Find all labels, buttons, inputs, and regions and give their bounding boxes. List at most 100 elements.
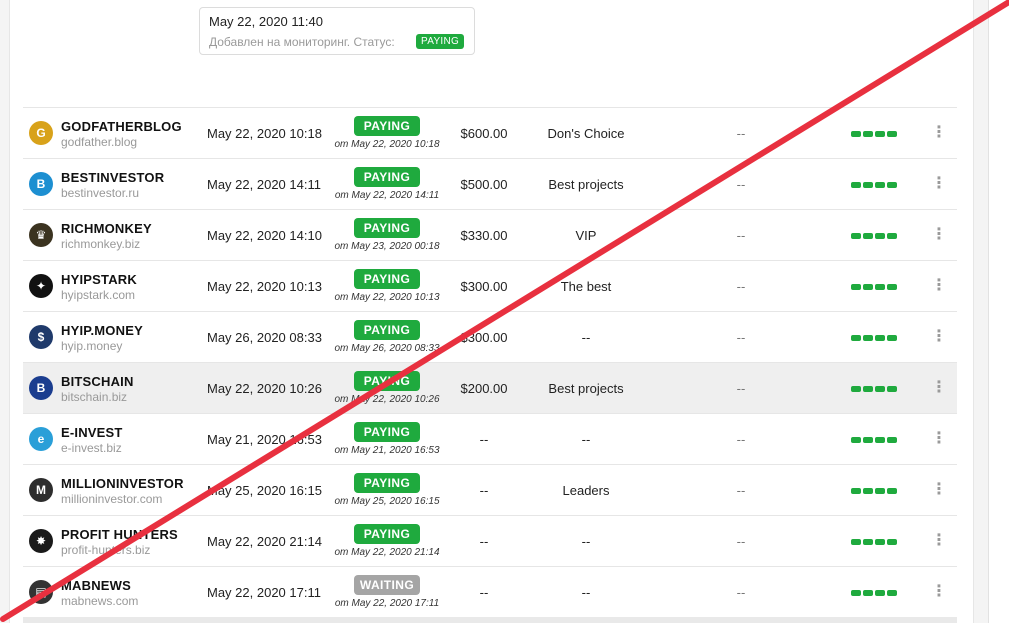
status-since: от May 22, 2020 17:11 [334, 598, 440, 609]
rcb-value: -- [736, 483, 746, 498]
rcb-value: -- [736, 279, 746, 294]
project-domain: hyipstark.com [61, 288, 136, 302]
more-vertical-icon[interactable]: ⋮ [931, 379, 947, 397]
project-logo-icon[interactable]: ✦ [29, 274, 53, 298]
project-name-link[interactable]: BESTINVESTOR [61, 170, 164, 185]
rcb-value: -- [736, 432, 746, 447]
rating-bars [851, 488, 897, 494]
deposit-amount: -- [479, 534, 489, 549]
added-date: May 22, 2020 10:18 [207, 126, 322, 141]
more-vertical-icon[interactable]: ⋮ [931, 277, 947, 295]
rcb-value: -- [736, 177, 746, 192]
project-logo-icon[interactable]: ✸ [29, 529, 53, 553]
status-badge[interactable]: PAYING [354, 371, 420, 391]
status-badge[interactable]: PAYING [354, 116, 420, 136]
table-row[interactable]: B BESTINVESTOR bestinvestor.ru May 22, 2… [23, 158, 957, 209]
plan-name: The best [560, 279, 612, 294]
plan-name: -- [581, 330, 591, 345]
table-row[interactable]: B BITSCHAIN bitschain.biz May 22, 2020 1… [23, 362, 957, 413]
status-badge[interactable]: PAYING [354, 524, 420, 544]
deposit-amount: $200.00 [460, 381, 508, 396]
status-since: от May 25, 2020 16:15 [334, 496, 440, 507]
project-name-link[interactable]: RICHMONKEY [61, 221, 152, 236]
rating-bars [851, 386, 897, 392]
project-logo-icon[interactable]: M [29, 478, 53, 502]
status-badge[interactable]: WAITING [354, 575, 420, 595]
more-vertical-icon[interactable]: ⋮ [931, 124, 947, 142]
project-domain: bestinvestor.ru [61, 186, 140, 200]
rating-bars [851, 437, 897, 443]
rcb-value: -- [736, 228, 746, 243]
project-name-link[interactable]: MABNEWS [61, 578, 131, 593]
more-vertical-icon[interactable]: ⋮ [931, 430, 947, 448]
added-date: May 22, 2020 10:26 [207, 381, 322, 396]
plan-name: Best projects [548, 177, 624, 192]
status-badge[interactable]: PAYING [354, 473, 420, 493]
status-since: от May 21, 2020 16:53 [334, 445, 440, 456]
status-since: от May 22, 2020 14:11 [334, 190, 440, 201]
project-logo-icon[interactable]: B [29, 376, 53, 400]
rating-bars [851, 284, 897, 290]
rating-bars [851, 233, 897, 239]
project-domain: godfather.blog [61, 135, 138, 149]
more-vertical-icon[interactable]: ⋮ [931, 481, 947, 499]
status-badge[interactable]: PAYING [354, 422, 420, 442]
table-row[interactable]: $ HYIP.MONEY hyip.money May 26, 2020 08:… [23, 311, 957, 362]
more-vertical-icon[interactable]: ⋮ [931, 583, 947, 601]
project-logo-icon[interactable]: $ [29, 325, 53, 349]
project-logo-icon[interactable]: ▤ [29, 580, 53, 604]
more-vertical-icon[interactable]: ⋮ [931, 226, 947, 244]
project-name-link[interactable]: BITSCHAIN [61, 374, 134, 389]
project-name-link[interactable]: HYIPSTARK [61, 272, 137, 287]
status-badge[interactable]: PAYING [354, 218, 420, 238]
table-row[interactable]: e E-INVEST e-invest.biz May 21, 2020 16:… [23, 413, 957, 464]
status-badge[interactable]: PAYING [354, 320, 420, 340]
project-logo-icon[interactable]: ♛ [29, 223, 53, 247]
deposit-amount: $300.00 [460, 330, 508, 345]
table-row[interactable]: ♛ RICHMONKEY richmonkey.biz May 22, 2020… [23, 209, 957, 260]
rcb-value: -- [736, 126, 746, 141]
plan-name: Best projects [548, 381, 624, 396]
status-since: от May 26, 2020 08:33 [334, 343, 440, 354]
project-domain: e-invest.biz [61, 441, 122, 455]
table-bottom-border [23, 617, 957, 623]
table-row[interactable]: G GODFATHERBLOG godfather.blog May 22, 2… [23, 107, 957, 158]
table-row[interactable]: ▤ MABNEWS mabnews.com May 22, 2020 17:11… [23, 566, 957, 617]
project-name-link[interactable]: MILLIONINVESTOR [61, 476, 184, 491]
plan-name: VIP [575, 228, 597, 243]
rating-bars [851, 335, 897, 341]
rcb-value: -- [736, 330, 746, 345]
status-tooltip: May 22, 2020 11:40 Добавлен на мониторин… [199, 7, 475, 55]
deposit-amount: $600.00 [460, 126, 508, 141]
status-badge[interactable]: PAYING [354, 167, 420, 187]
project-name-link[interactable]: E-INVEST [61, 425, 123, 440]
more-vertical-icon[interactable]: ⋮ [931, 328, 947, 346]
tooltip-date: May 22, 2020 11:40 [209, 14, 323, 29]
project-logo-icon[interactable]: B [29, 172, 53, 196]
tooltip-status-badge: PAYING [416, 34, 465, 49]
deposit-amount: $300.00 [460, 279, 508, 294]
deposit-amount: -- [479, 432, 489, 447]
deposit-amount: -- [479, 585, 489, 600]
project-name-link[interactable]: PROFIT HUNTERS [61, 527, 178, 542]
added-date: May 22, 2020 21:14 [207, 534, 322, 549]
project-logo-icon[interactable]: e [29, 427, 53, 451]
added-date: May 26, 2020 08:33 [207, 330, 322, 345]
more-vertical-icon[interactable]: ⋮ [931, 175, 947, 193]
more-vertical-icon[interactable]: ⋮ [931, 532, 947, 550]
status-since: от May 23, 2020 00:18 [334, 241, 440, 252]
project-name-link[interactable]: GODFATHERBLOG [61, 119, 182, 134]
project-logo-icon[interactable]: G [29, 121, 53, 145]
rating-bars [851, 131, 897, 137]
table-row[interactable]: ✦ HYIPSTARK hyipstark.com May 22, 2020 1… [23, 260, 957, 311]
table-row[interactable]: ✸ PROFIT HUNTERS profit-hunters.biz May … [23, 515, 957, 566]
project-domain: profit-hunters.biz [61, 543, 151, 557]
plan-name: Leaders [562, 483, 610, 498]
deposit-amount: -- [479, 483, 489, 498]
scrollbar-gutter[interactable] [988, 0, 1009, 623]
table-row[interactable]: M MILLIONINVESTOR millioninvestor.com Ma… [23, 464, 957, 515]
project-domain: richmonkey.biz [61, 237, 141, 251]
added-date: May 25, 2020 16:15 [207, 483, 322, 498]
status-badge[interactable]: PAYING [354, 269, 420, 289]
project-name-link[interactable]: HYIP.MONEY [61, 323, 143, 338]
